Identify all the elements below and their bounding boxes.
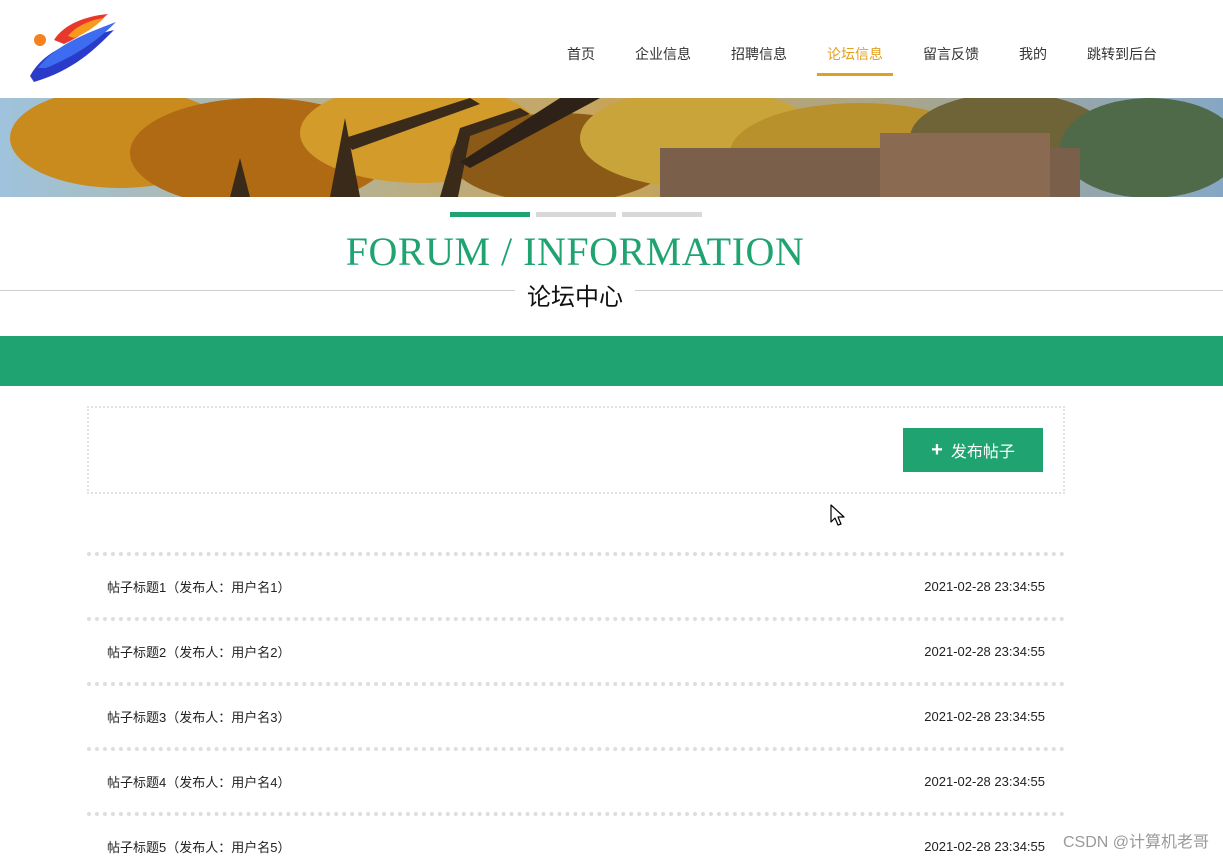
nav-item-admin[interactable]: 跳转到后台 xyxy=(1067,36,1177,76)
watermark-text: CSDN @计算机老哥 xyxy=(1062,834,1209,851)
nav-item-jobs[interactable]: 招聘信息 xyxy=(711,36,807,76)
nav-item-company[interactable]: 企业信息 xyxy=(615,36,711,76)
post-list-item[interactable]: 帖子标题4（发布人：用户名4） 2021-02-28 23:34:55 xyxy=(87,747,1065,812)
section-title-en: FORUM / INFORMATION xyxy=(345,229,805,274)
banner-illustration xyxy=(0,98,1223,197)
section-title-cn: 论坛中心 xyxy=(515,277,635,312)
nav-item-feedback[interactable]: 留言反馈 xyxy=(903,36,999,76)
post-title[interactable]: 帖子标题2（发布人：用户名2） xyxy=(107,642,290,661)
post-list-item[interactable]: 帖子标题2（发布人：用户名2） 2021-02-28 23:34:55 xyxy=(87,617,1065,682)
site-header: 首页 企业信息 招聘信息 论坛信息 留言反馈 我的 跳转到后台 xyxy=(0,0,1223,98)
post-title[interactable]: 帖子标题5（发布人：用户名5） xyxy=(107,837,290,856)
post-time: 2021-02-28 23:34:55 xyxy=(924,774,1045,789)
nav-item-home[interactable]: 首页 xyxy=(547,36,615,76)
banner-image xyxy=(0,98,1223,197)
indicator-bar xyxy=(536,212,616,217)
mouse-cursor-icon xyxy=(830,504,845,526)
post-time: 2021-02-28 23:34:55 xyxy=(924,579,1045,594)
indicator-bar xyxy=(622,212,702,217)
plus-icon: + xyxy=(931,439,943,461)
green-band xyxy=(0,336,1223,386)
indicator-bar-active xyxy=(450,212,530,217)
post-list: 帖子标题1（发布人：用户名1） 2021-02-28 23:34:55 帖子标题… xyxy=(87,552,1065,862)
publish-post-button[interactable]: + 发布帖子 xyxy=(903,428,1043,472)
post-list-item[interactable]: 帖子标题1（发布人：用户名1） 2021-02-28 23:34:55 xyxy=(87,552,1065,617)
site-logo[interactable] xyxy=(24,10,120,84)
post-title[interactable]: 帖子标题3（发布人：用户名3） xyxy=(107,707,290,726)
section-indicator xyxy=(450,212,702,217)
post-time: 2021-02-28 23:34:55 xyxy=(924,709,1045,724)
main-nav: 首页 企业信息 招聘信息 论坛信息 留言反馈 我的 跳转到后台 xyxy=(547,36,1177,76)
nav-item-forum[interactable]: 论坛信息 xyxy=(807,36,903,76)
action-panel: + 发布帖子 xyxy=(87,406,1065,494)
post-time: 2021-02-28 23:34:55 xyxy=(924,644,1045,659)
logo-icon xyxy=(30,14,116,82)
post-list-item[interactable]: 帖子标题3（发布人：用户名3） 2021-02-28 23:34:55 xyxy=(87,682,1065,747)
post-time: 2021-02-28 23:34:55 xyxy=(924,839,1045,854)
publish-post-label: 发布帖子 xyxy=(950,444,1015,461)
page: 首页 企业信息 招聘信息 论坛信息 留言反馈 我的 跳转到后台 FORUM / … xyxy=(0,0,1223,862)
post-title[interactable]: 帖子标题4（发布人：用户名4） xyxy=(107,772,290,791)
nav-item-mine[interactable]: 我的 xyxy=(999,36,1067,76)
section-title-cn-wrap: 论坛中心 xyxy=(0,277,1150,312)
post-list-item[interactable]: 帖子标题5（发布人：用户名5） 2021-02-28 23:34:55 xyxy=(87,812,1065,862)
post-title[interactable]: 帖子标题1（发布人：用户名1） xyxy=(107,577,290,596)
